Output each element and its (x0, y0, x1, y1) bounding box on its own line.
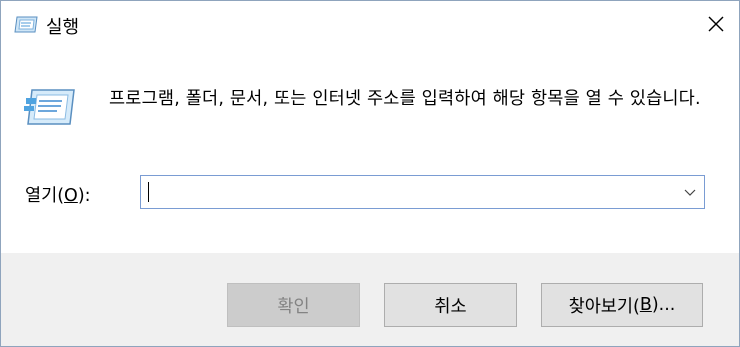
open-input[interactable] (147, 180, 667, 204)
run-description: 프로그램, 폴더, 문서, 또는 인터넷 주소를 입력하여 해당 항목을 열 수… (109, 89, 701, 109)
ok-button[interactable]: 확인 (227, 283, 360, 327)
close-button[interactable] (693, 1, 739, 47)
run-dialog: 실행 프로그램, 폴더, 문서, 또는 인터넷 주소를 입력하여 해당 항목을 … (0, 0, 740, 347)
text-caret (148, 182, 149, 202)
close-icon (708, 16, 724, 32)
chevron-down-icon[interactable] (684, 186, 696, 198)
button-bar: 확인 취소 찾아보기(B)... (1, 253, 739, 346)
run-dialog-icon (24, 89, 75, 125)
cancel-button[interactable]: 취소 (384, 283, 517, 327)
run-dialog-icon (14, 16, 38, 33)
browse-button[interactable]: 찾아보기(B)... (541, 283, 703, 327)
open-label: 열기(O): (25, 186, 91, 206)
open-combobox[interactable] (140, 175, 705, 209)
title-bar[interactable]: 실행 (1, 1, 739, 47)
window-title: 실행 (46, 17, 80, 38)
